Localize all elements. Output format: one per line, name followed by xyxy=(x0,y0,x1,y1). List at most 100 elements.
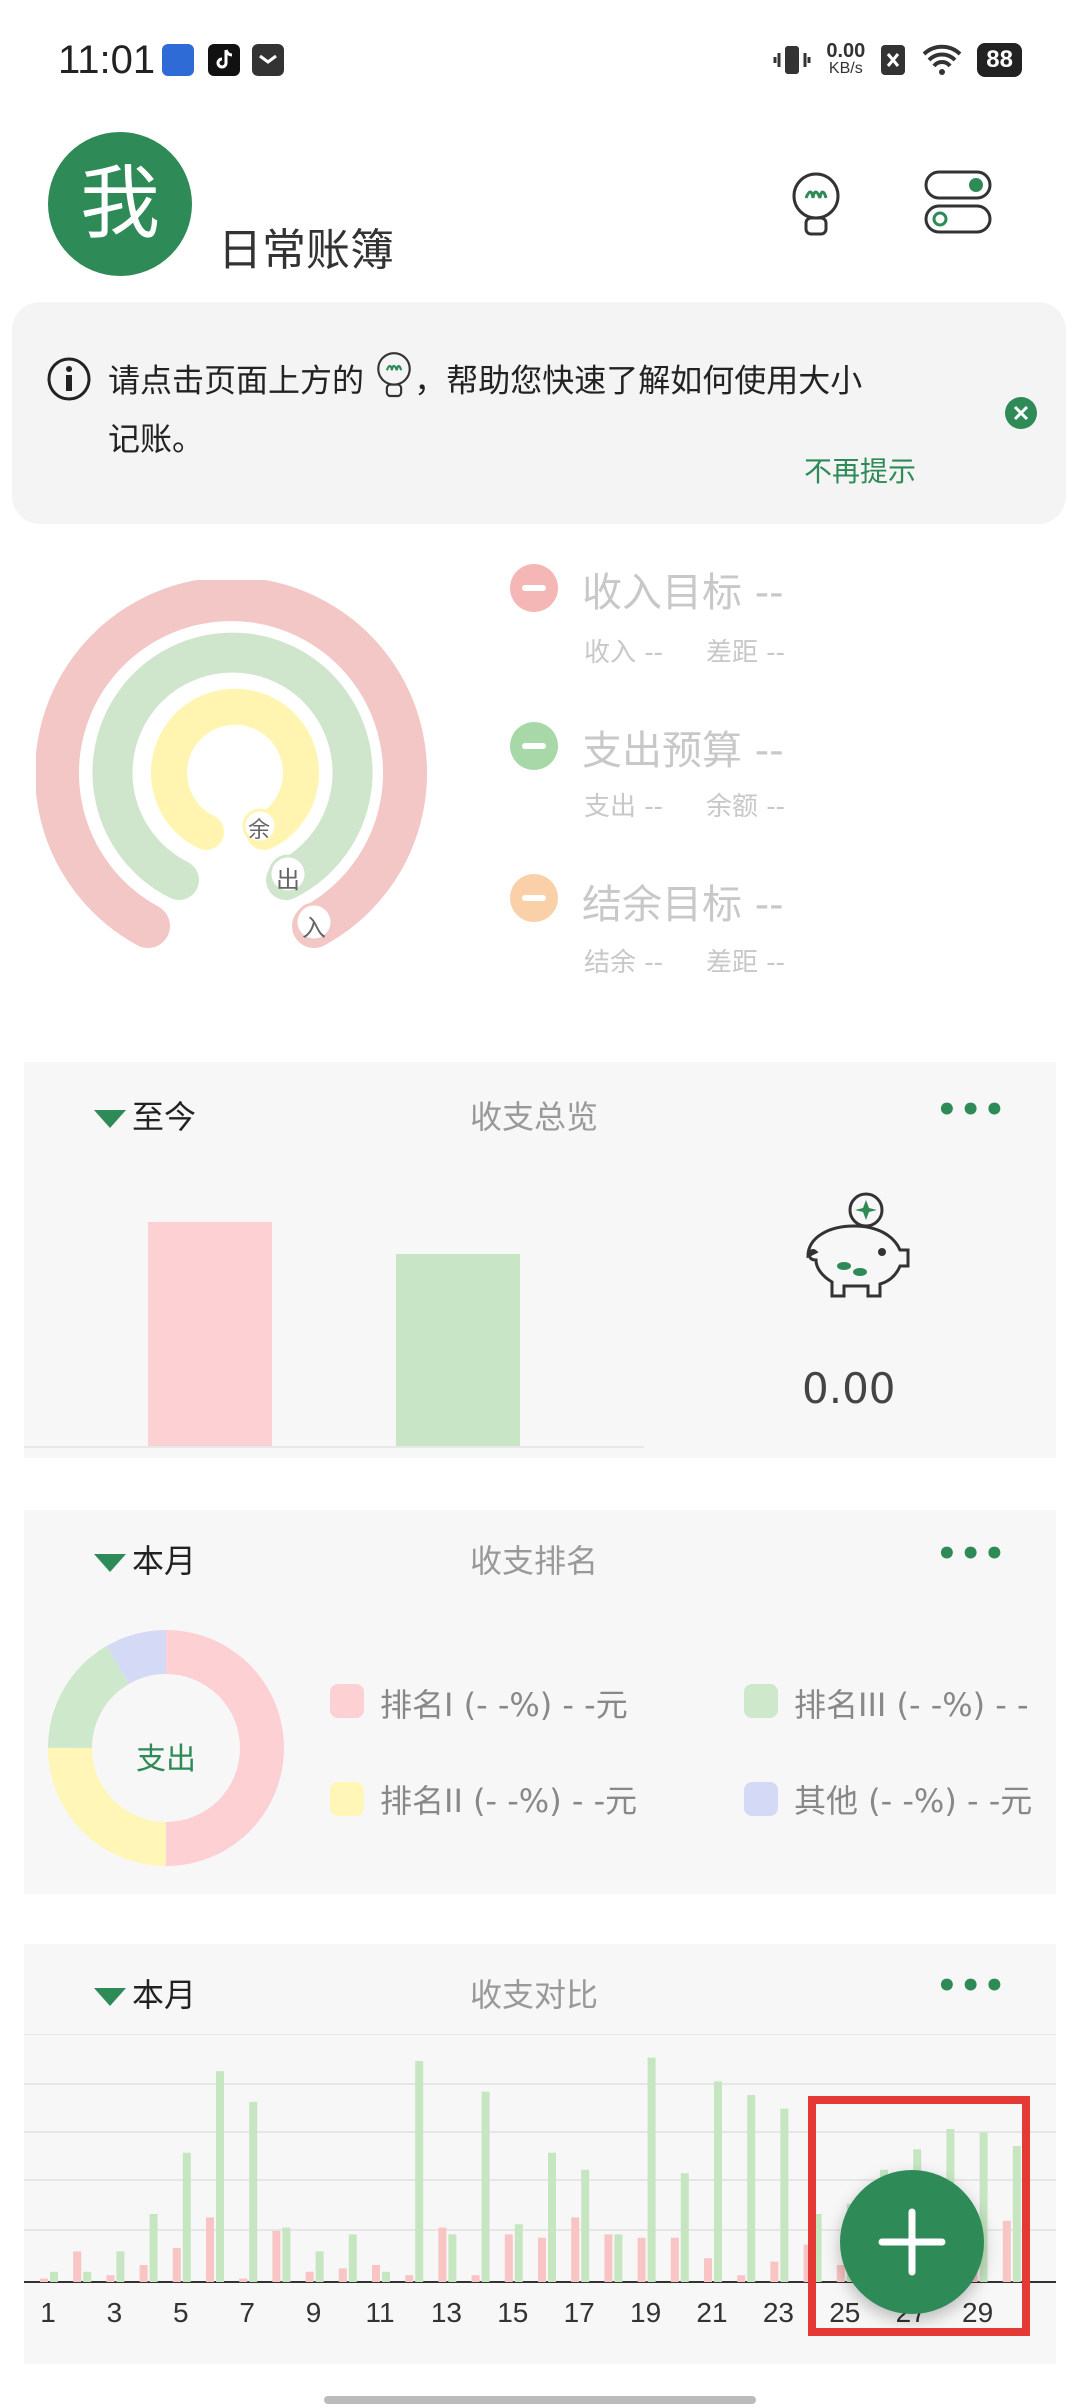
x-tick-label: 5 xyxy=(173,2297,189,2328)
ranking-range-label: 本月 xyxy=(132,1542,197,1580)
ring-label-expense: 出 xyxy=(276,866,300,894)
notification-app-icon xyxy=(162,44,194,76)
income-bar xyxy=(139,2265,148,2282)
expense-budget-sub-left: 支出 -- xyxy=(584,792,664,822)
avatar[interactable]: 我 xyxy=(48,132,192,276)
expense-bar xyxy=(780,2108,789,2282)
expense-bar xyxy=(680,2173,689,2282)
legend-rank2[interactable]: 排名II (- -%) - -元 xyxy=(380,1776,637,1822)
legend-rank1[interactable]: 排名I (- -%) - -元 xyxy=(380,1680,628,1726)
expense-budget-icon xyxy=(510,722,558,770)
expense-bar xyxy=(514,2224,523,2282)
income-bar xyxy=(172,2248,181,2282)
overview-range-dropdown[interactable]: 至今 xyxy=(94,1092,196,1138)
overview-expense-bar xyxy=(396,1254,520,1446)
dropdown-triangle-icon xyxy=(94,1988,126,2006)
income-bar xyxy=(504,2234,513,2282)
expense-budget-title[interactable]: 支出预算 -- xyxy=(582,718,784,776)
dropdown-triangle-icon xyxy=(94,1554,126,1572)
ranking-range-dropdown[interactable]: 本月 xyxy=(94,1536,196,1582)
income-bar xyxy=(471,2275,480,2282)
comparison-title: 收支对比 xyxy=(470,1976,599,2014)
x-tick-label: 3 xyxy=(107,2297,123,2328)
status-indicators: 0.00 KB/s 88 xyxy=(772,40,1022,80)
tip-line1-tail: ，帮助您快速了解如何使用大小 xyxy=(414,361,863,400)
comparison-more-button[interactable]: ••• xyxy=(936,1966,1007,2006)
income-bar xyxy=(604,2234,613,2282)
comparison-range-label: 本月 xyxy=(132,1976,197,2014)
expense-bar xyxy=(315,2251,324,2282)
close-tip-icon[interactable] xyxy=(1004,396,1038,434)
expense-bar xyxy=(83,2271,92,2282)
income-bar xyxy=(305,2271,314,2282)
income-bar xyxy=(40,2278,48,2282)
expense-bar xyxy=(116,2251,125,2282)
no-sim-icon xyxy=(881,45,906,75)
expense-bar xyxy=(747,2095,756,2282)
income-bar xyxy=(239,2278,248,2282)
expense-bar xyxy=(448,2234,457,2282)
x-tick-label: 19 xyxy=(630,2297,661,2328)
x-tick-label: 17 xyxy=(564,2297,595,2328)
balance-goal-title[interactable]: 结余目标 -- xyxy=(582,872,784,930)
overview-more-button[interactable]: ••• xyxy=(936,1090,1007,1130)
legend-other[interactable]: 其他 (- -%) - -元 xyxy=(794,1776,1056,1822)
income-goal-sub-left: 收入 -- xyxy=(584,638,664,668)
expense-bar xyxy=(647,2057,656,2282)
x-tick-label: 7 xyxy=(239,2297,255,2328)
x-tick-label: 9 xyxy=(306,2297,322,2328)
expense-bar xyxy=(415,2061,424,2282)
x-tick-label: 1 xyxy=(40,2297,56,2328)
tiktok-icon xyxy=(208,44,240,76)
overview-title: 收支总览 xyxy=(470,1098,599,1136)
legend-swatch-rank3 xyxy=(744,1684,778,1718)
income-bar xyxy=(670,2237,679,2282)
overview-income-bar xyxy=(148,1222,272,1446)
legend-rank3[interactable]: 排名III (- -%) - - xyxy=(794,1680,1056,1726)
income-bar xyxy=(372,2265,380,2282)
income-goal-icon xyxy=(510,564,558,612)
highlight-box xyxy=(808,2096,1030,2336)
x-tick-label: 21 xyxy=(696,2297,727,2328)
income-bar xyxy=(272,2231,281,2282)
page-title[interactable]: 日常账簿 xyxy=(218,214,394,278)
income-bar xyxy=(73,2251,82,2282)
expense-bar xyxy=(481,2091,490,2282)
income-bar xyxy=(571,2217,580,2282)
income-goal-title[interactable]: 收入目标 -- xyxy=(582,560,784,618)
tip-line1: 请点击页面上方的 xyxy=(108,361,365,400)
legend-swatch-other xyxy=(744,1782,778,1816)
expense-bar xyxy=(182,2152,191,2282)
expense-bar xyxy=(614,2234,623,2282)
net-speed-value: 0.00 xyxy=(826,40,866,62)
comparison-range-dropdown[interactable]: 本月 xyxy=(94,1970,196,2016)
income-bar xyxy=(538,2237,546,2282)
wifi-icon xyxy=(922,44,962,75)
tip-text: 请点击页面上方的 ，帮助您快速了解如何使用大小 记账。 xyxy=(108,350,988,463)
lightbulb-help-icon[interactable] xyxy=(788,170,844,246)
income-bar xyxy=(338,2268,347,2282)
ranking-more-button[interactable]: ••• xyxy=(936,1534,1007,1574)
x-tick-label: 15 xyxy=(497,2297,528,2328)
tip-lightbulb-icon xyxy=(374,350,414,415)
income-bar xyxy=(438,2227,447,2282)
expense-bar xyxy=(382,2271,390,2282)
dont-remind-button[interactable]: 不再提示 xyxy=(804,450,916,490)
balance-goal-icon xyxy=(510,874,558,922)
home-indicator[interactable] xyxy=(324,2396,756,2404)
legend-swatch-rank2 xyxy=(330,1782,364,1816)
toggle-settings-icon[interactable] xyxy=(924,170,994,238)
goal-rings[interactable] xyxy=(35,577,436,964)
expense-bar xyxy=(348,2234,357,2282)
info-icon xyxy=(46,356,92,406)
message-icon xyxy=(252,44,284,76)
x-tick-label: 23 xyxy=(763,2297,794,2328)
ranking-title: 收支排名 xyxy=(470,1542,599,1580)
status-time: 11:01 xyxy=(58,38,156,82)
income-bar xyxy=(106,2275,115,2282)
x-tick-label: 13 xyxy=(431,2297,462,2328)
x-tick-label: 11 xyxy=(365,2297,394,2328)
expense-bar xyxy=(581,2169,590,2282)
balance-goal-sub-left: 结余 -- xyxy=(584,948,664,978)
expense-bar xyxy=(249,2101,258,2282)
